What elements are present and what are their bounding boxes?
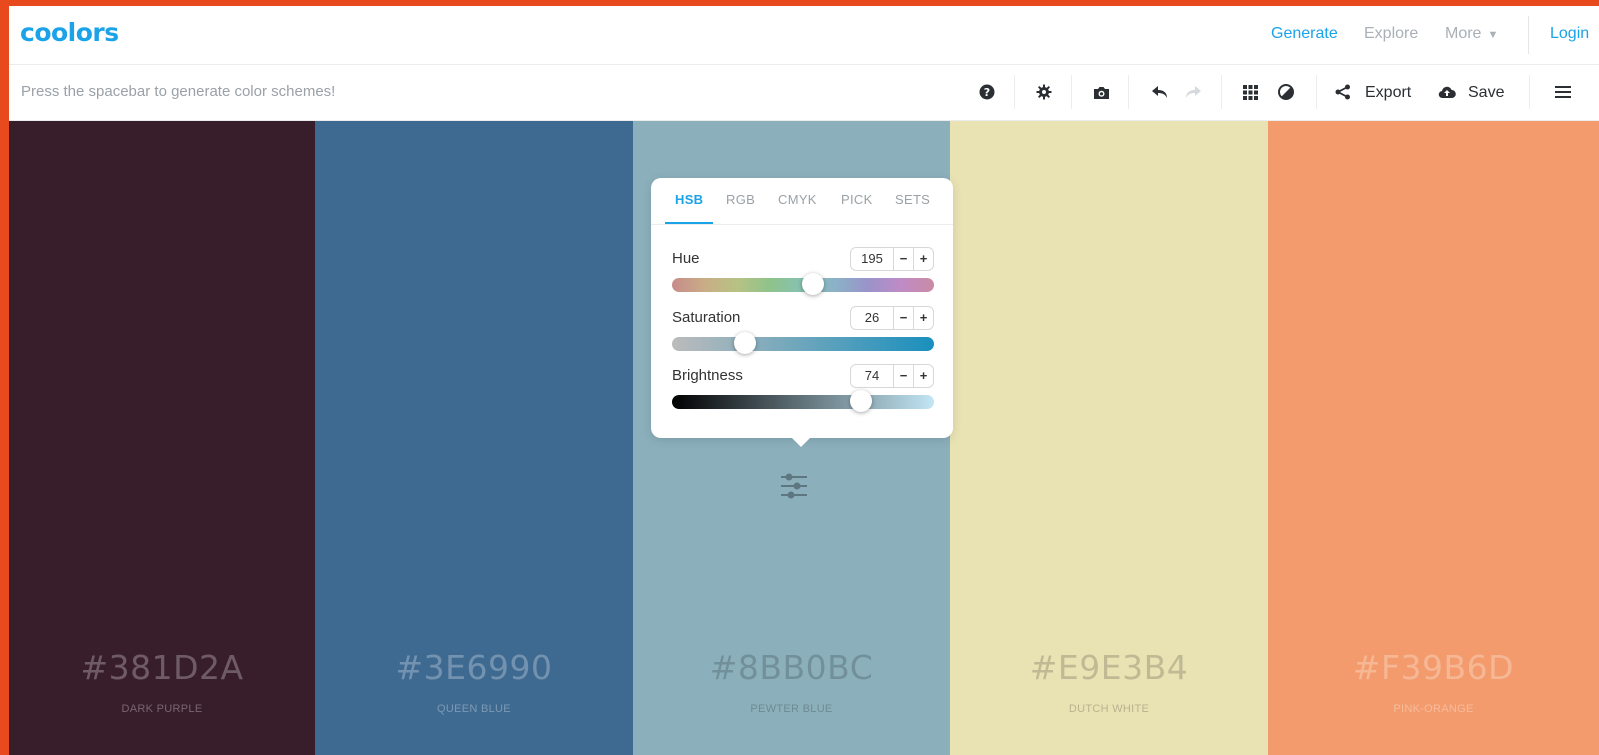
panel-pointer [791, 437, 811, 447]
color-hex-code[interactable]: #381D2A [9, 648, 315, 687]
nav-generate-link[interactable]: Generate [1271, 25, 1338, 43]
toolbar-divider [1071, 75, 1072, 109]
brightness-stepper: 74 − + [850, 364, 934, 388]
color-column[interactable]: #E9E3B4 DUTCH WHITE [950, 121, 1268, 755]
camera-icon[interactable] [1090, 81, 1112, 103]
svg-text:?: ? [984, 86, 990, 99]
app-window: coolors Generate Explore More ▼ Login Pre… [9, 6, 1599, 755]
nav-login-link[interactable]: Login [1550, 25, 1589, 43]
color-hex-code[interactable]: #F39B6D [1268, 648, 1599, 687]
tab-cmyk[interactable]: CMYK [778, 192, 817, 207]
color-name: QUEEN BLUE [437, 703, 511, 715]
saturation-stepper: 26 − + [850, 306, 934, 330]
top-navigation: coolors Generate Explore More ▼ Login [9, 6, 1599, 65]
hue-slider-handle[interactable] [802, 273, 825, 295]
toolbar-divider [1529, 75, 1530, 109]
brightness-slider-track[interactable] [672, 390, 934, 412]
brightness-label: Brightness [672, 367, 743, 384]
saturation-label: Saturation [672, 309, 741, 326]
undo-icon[interactable] [1148, 81, 1170, 103]
toolbar-divider [1221, 75, 1222, 109]
color-name: PEWTER BLUE [750, 703, 833, 715]
hue-value-input[interactable]: 195 [851, 248, 894, 270]
spacebar-hint: Press the spacebar to generate color sch… [21, 83, 336, 100]
export-button[interactable]: Export [1365, 84, 1411, 102]
color-name: DARK PURPLE [121, 703, 203, 715]
color-column[interactable]: #381D2A DARK PURPLE [9, 121, 315, 755]
tab-hsb[interactable]: HSB [675, 192, 703, 207]
toolbar-divider [1128, 75, 1129, 109]
color-hex-code[interactable]: #3E6990 [315, 648, 633, 687]
brightness-slider-handle[interactable] [849, 390, 872, 412]
active-tab-indicator [665, 222, 713, 224]
chevron-down-icon: ▼ [1487, 29, 1499, 41]
saturation-increment-button[interactable]: + [914, 307, 933, 329]
color-column[interactable]: #F39B6D PINK-ORANGE [1268, 121, 1599, 755]
color-hex-code[interactable]: #E9E3B4 [950, 648, 1268, 687]
tab-sets[interactable]: SETS [895, 192, 930, 207]
saturation-slider-handle[interactable] [734, 332, 757, 354]
brightness-row: Brightness 74 − + [672, 364, 934, 417]
nav-more-label: More [1445, 25, 1482, 42]
hue-decrement-button[interactable]: − [894, 248, 914, 270]
color-column[interactable]: #3E6990 QUEEN BLUE [315, 121, 633, 755]
panel-tabs: HSB RGB CMYK PICK SETS [651, 178, 953, 225]
color-adjust-panel: HSB RGB CMYK PICK SETS Hue 195 − + Satur… [651, 178, 953, 447]
toolbar-divider [1316, 75, 1317, 109]
hue-row: Hue 195 − + [672, 247, 934, 300]
brightness-increment-button[interactable]: + [914, 365, 933, 387]
saturation-row: Saturation 26 − + [672, 306, 934, 359]
nav-explore-link[interactable]: Explore [1364, 25, 1418, 43]
coolors-logo[interactable]: coolors [20, 18, 119, 47]
contrast-icon[interactable] [1275, 81, 1297, 103]
hamburger-menu-icon[interactable] [1552, 81, 1574, 103]
nav-more-menu[interactable]: More ▼ [1445, 25, 1498, 43]
saturation-decrement-button[interactable]: − [894, 307, 914, 329]
brightness-decrement-button[interactable]: − [894, 365, 914, 387]
nav-divider [1528, 16, 1529, 54]
color-name: DUTCH WHITE [1068, 703, 1150, 715]
adjust-sliders-icon[interactable] [779, 471, 809, 501]
tab-pick[interactable]: PICK [841, 192, 873, 207]
toolbar-divider [1014, 75, 1015, 109]
saturation-slider-track[interactable] [672, 332, 934, 354]
hue-increment-button[interactable]: + [914, 248, 933, 270]
hue-stepper: 195 − + [850, 247, 934, 271]
help-icon[interactable]: ? [976, 81, 998, 103]
hue-slider-track[interactable] [672, 273, 934, 295]
grid-view-icon[interactable] [1239, 81, 1261, 103]
save-button[interactable]: Save [1468, 84, 1504, 102]
brightness-value-input[interactable]: 74 [851, 365, 894, 387]
hue-label: Hue [672, 250, 700, 267]
cloud-upload-icon[interactable] [1436, 81, 1458, 103]
share-icon[interactable] [1332, 81, 1354, 103]
toolbar: Press the spacebar to generate color sch… [9, 65, 1599, 121]
redo-icon[interactable] [1182, 81, 1204, 103]
settings-icon[interactable] [1033, 81, 1055, 103]
color-hex-code[interactable]: #8BB0BC [633, 648, 950, 687]
saturation-value-input[interactable]: 26 [851, 307, 894, 329]
color-name: PINK-ORANGE [1393, 703, 1474, 715]
tab-rgb[interactable]: RGB [726, 192, 755, 207]
